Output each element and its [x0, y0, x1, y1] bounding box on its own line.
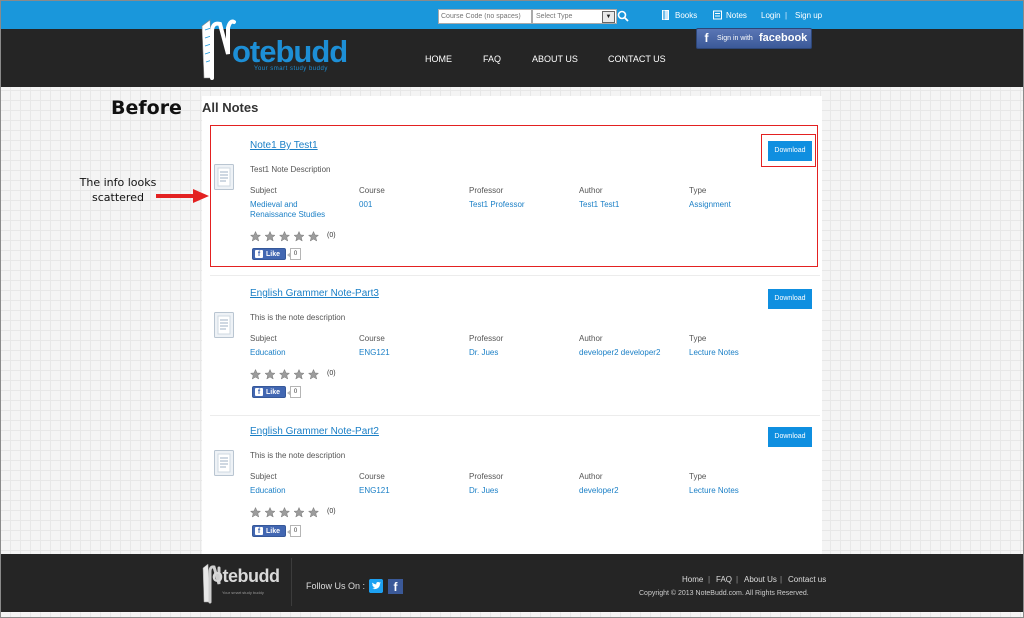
course-code-input[interactable] — [438, 9, 532, 24]
like-count: 0 — [287, 386, 301, 398]
notes-link[interactable]: Notes — [726, 10, 747, 21]
annotation-note: The info looks scattered — [70, 175, 166, 205]
like-count: 0 — [287, 525, 301, 537]
books-link[interactable]: Books — [675, 10, 697, 21]
footer-logo-tagline: Your smart study buddy — [222, 590, 264, 595]
notes-icon — [713, 10, 722, 20]
facebook-icon[interactable]: f — [388, 579, 403, 594]
annotation-note-line1: The info looks — [79, 176, 157, 189]
logo-wordmark: otebudd — [232, 34, 348, 69]
fb-signin-brand: facebook — [759, 32, 808, 44]
download-button[interactable]: Download — [768, 289, 812, 309]
annotation-arrow-icon — [156, 189, 209, 203]
book-icon — [662, 10, 669, 20]
star-rating[interactable] — [250, 369, 322, 380]
footer-separator: | — [736, 575, 739, 584]
subject-value[interactable]: Education — [250, 486, 286, 496]
copyright-text: Copyright © 2013 NoteBudd.com. All Right… — [639, 590, 809, 597]
professor-label: Professor — [469, 334, 504, 343]
author-label: Author — [579, 472, 603, 481]
nav-home[interactable]: HOME — [425, 53, 452, 65]
footer-separator: | — [708, 575, 711, 584]
search-icon[interactable] — [617, 10, 629, 22]
note-description: This is the note description — [250, 313, 346, 322]
footer-link-home[interactable]: Home — [682, 575, 703, 584]
like-label: Like — [266, 389, 281, 396]
footer-link-about-us[interactable]: About Us — [744, 575, 777, 584]
facebook-signin-button[interactable]: f Sign in with facebook — [696, 28, 812, 49]
subject-label: Subject — [250, 472, 277, 481]
note-divider — [210, 275, 820, 276]
course-label: Course — [359, 334, 385, 343]
type-select[interactable]: Select Type ▼ — [532, 9, 617, 24]
footer-link-faq[interactable]: FAQ — [716, 575, 732, 584]
professor-value[interactable]: Dr. Jues — [469, 486, 498, 496]
author-value[interactable]: developer2 developer2 — [579, 348, 660, 358]
facebook-like-button[interactable]: f Like — [252, 386, 286, 398]
author-value[interactable]: developer2 — [579, 486, 619, 496]
type-label: Type — [689, 334, 707, 343]
logo-tagline: Your smart study buddy — [254, 66, 328, 72]
type-label: Type — [689, 472, 707, 481]
nav-faq[interactable]: FAQ — [483, 53, 501, 65]
site-footer — [1, 554, 1023, 612]
type-value[interactable]: Lecture Notes — [689, 486, 739, 496]
nav-separator: | — [785, 11, 788, 20]
type-value[interactable]: Lecture Notes — [689, 348, 739, 358]
author-label: Author — [579, 334, 603, 343]
footer-separator: | — [780, 575, 783, 584]
chevron-down-icon[interactable]: ▼ — [602, 11, 615, 23]
footer-divider — [291, 558, 292, 606]
like-label: Like — [266, 528, 281, 535]
footer-logo-wordmark: otebudd — [212, 566, 280, 586]
professor-value[interactable]: Dr. Jues — [469, 348, 498, 358]
annotation-highlight-box — [210, 125, 818, 267]
document-icon[interactable] — [214, 312, 234, 338]
note-card: English Grammer Note-Part3 This is the n… — [210, 288, 820, 408]
note-title-link[interactable]: English Grammer Note-Part3 — [250, 288, 379, 300]
facebook-icon: f — [255, 388, 263, 396]
rating-count: (0) — [327, 370, 336, 377]
note-divider — [210, 415, 820, 416]
footer-link-contact-us[interactable]: Contact us — [788, 575, 826, 584]
page-title: All Notes — [202, 100, 259, 115]
course-label: Course — [359, 472, 385, 481]
twitter-icon[interactable] — [369, 579, 383, 593]
nav-contact-us[interactable]: CONTACT US — [608, 53, 666, 65]
subject-value[interactable]: Education — [250, 348, 286, 358]
annotation-note-line2: scattered — [92, 191, 144, 204]
type-select-value: Select Type — [536, 13, 573, 20]
follow-us-label: Follow Us On : — [306, 581, 366, 591]
download-button[interactable]: Download — [768, 427, 812, 447]
document-icon[interactable] — [214, 450, 234, 476]
professor-label: Professor — [469, 472, 504, 481]
course-value[interactable]: ENG121 — [359, 348, 390, 358]
annotation-download-highlight — [761, 134, 816, 167]
signup-link[interactable]: Sign up — [795, 10, 822, 21]
star-rating[interactable] — [250, 507, 322, 518]
course-value[interactable]: ENG121 — [359, 486, 390, 496]
login-link[interactable]: Login — [761, 10, 781, 21]
rating-count: (0) — [327, 508, 336, 515]
annotation-before-label: Before — [111, 97, 182, 119]
nav-about-us[interactable]: ABOUT US — [532, 53, 578, 65]
facebook-like-button[interactable]: f Like — [252, 525, 286, 537]
facebook-icon: f — [255, 527, 263, 535]
note-card: English Grammer Note-Part2 This is the n… — [210, 426, 820, 546]
site-header — [1, 29, 1023, 87]
facebook-icon: f — [704, 31, 709, 45]
fb-signin-prefix: Sign in with — [717, 35, 753, 42]
subject-label: Subject — [250, 334, 277, 343]
note-description: This is the note description — [250, 451, 346, 460]
note-title-link[interactable]: English Grammer Note-Part2 — [250, 426, 379, 438]
